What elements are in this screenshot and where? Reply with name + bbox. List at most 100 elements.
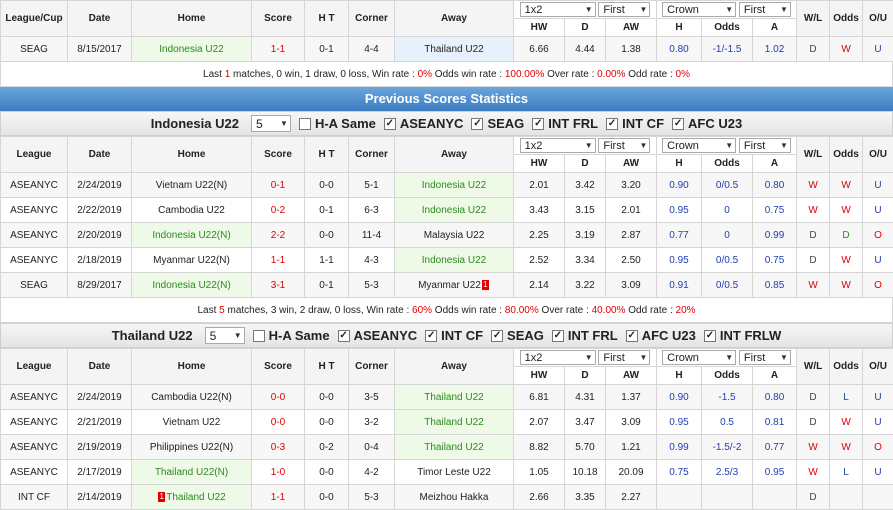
- match-count-select[interactable]: 5 ▼: [204, 327, 245, 344]
- away-team-link[interactable]: Thailand U22: [394, 409, 514, 435]
- home-team-link[interactable]: Cambodia U22: [131, 197, 252, 223]
- company-select[interactable]: Crown ▼: [662, 350, 737, 365]
- league-cell[interactable]: ASEANYC: [0, 434, 68, 460]
- league-cell[interactable]: ASEANYC: [0, 197, 68, 223]
- score-link[interactable]: 0-0: [251, 384, 305, 410]
- score-link[interactable]: 0-0: [251, 409, 305, 435]
- league-cell[interactable]: ASEANYC: [0, 247, 68, 273]
- filter-checkbox[interactable]: H-A Same: [252, 328, 330, 343]
- home-team-link[interactable]: 1 Thailand U22: [131, 484, 252, 510]
- checkmark-icon: ✓: [425, 329, 438, 342]
- col-away: Away: [394, 0, 514, 37]
- score-link[interactable]: 1-1: [251, 484, 305, 510]
- home-team-link[interactable]: Indonesia U22(N): [131, 272, 252, 298]
- date-cell: 2/24/2019: [67, 172, 132, 198]
- away-team-link[interactable]: Indonesia U22: [394, 172, 514, 198]
- col-score: Score: [251, 348, 305, 385]
- league-cell[interactable]: ASEANYC: [0, 459, 68, 485]
- away-team-link[interactable]: Timor Leste U22: [394, 459, 514, 485]
- summary-text: Odds win rate :: [432, 69, 505, 80]
- odds-cell: 0/0.5: [701, 247, 754, 273]
- score-link[interactable]: 2-2: [251, 222, 305, 248]
- first-select[interactable]: First ▼: [598, 2, 651, 17]
- league-cell[interactable]: ASEANYC: [0, 409, 68, 435]
- odds-type-select[interactable]: 1x2 ▼: [519, 350, 596, 365]
- home-team-link[interactable]: Indonesia U22: [131, 36, 252, 62]
- company-select[interactable]: Crown ▼: [662, 2, 737, 17]
- match-count-select[interactable]: 5 ▼: [250, 115, 291, 132]
- filter-checkbox[interactable]: ✓ ASEANYC: [383, 116, 463, 131]
- score-link[interactable]: 1-1: [251, 36, 305, 62]
- company-select[interactable]: Crown ▼: [662, 138, 737, 153]
- corner-cell: 5-3: [348, 272, 395, 298]
- hw-cell: 6.66: [513, 36, 565, 62]
- filter-checkbox[interactable]: ✓ SEAG: [491, 328, 544, 343]
- corner-cell: 3-5: [348, 384, 395, 410]
- score-link[interactable]: 0-3: [251, 434, 305, 460]
- first-select-2[interactable]: First ▼: [738, 138, 791, 153]
- away-team-link[interactable]: Thailand U22: [394, 36, 514, 62]
- first-select[interactable]: First ▼: [598, 350, 651, 365]
- filter-checkbox[interactable]: ✓ INT FRL: [551, 328, 618, 343]
- summary-text: Last: [197, 305, 220, 316]
- filter-checkbox[interactable]: ✓ ASEANYC: [337, 328, 417, 343]
- d-cell: 4.44: [564, 36, 606, 62]
- score-link[interactable]: 1-1: [251, 247, 305, 273]
- filter-checkbox[interactable]: ✓ AFC U23: [672, 116, 742, 131]
- col-wl: W/L: [796, 348, 831, 385]
- chevron-down-icon: ▼: [584, 5, 593, 14]
- filter-checkbox[interactable]: ✓ INT CF: [606, 116, 664, 131]
- checkmark-icon: ✓: [703, 329, 716, 342]
- league-cell[interactable]: ASEANYC: [0, 172, 68, 198]
- first-select-2[interactable]: First ▼: [738, 350, 791, 365]
- odds-type-cell: 1x2 ▼ First ▼: [512, 136, 658, 155]
- filter-checkbox[interactable]: ✓ INT CF: [425, 328, 483, 343]
- away-team-link[interactable]: Indonesia U22: [394, 197, 514, 223]
- wl-cell: D: [796, 222, 831, 248]
- filter-checkbox[interactable]: ✓ INT FRL: [532, 116, 598, 131]
- home-team-link[interactable]: Cambodia U22(N): [131, 384, 252, 410]
- filter-label: H-A Same: [314, 116, 376, 131]
- score-link[interactable]: 1-0: [251, 459, 305, 485]
- score-link[interactable]: 3-1: [251, 272, 305, 298]
- away-team-link[interactable]: Thailand U22: [394, 384, 514, 410]
- league-cell[interactable]: ASEANYC: [0, 222, 68, 248]
- away-team-link[interactable]: Myanmar U22 1: [394, 272, 514, 298]
- home-team-link[interactable]: Vietnam U22: [131, 409, 252, 435]
- score-link[interactable]: 0-1: [251, 172, 305, 198]
- away-team-link[interactable]: Meizhou Hakka: [394, 484, 514, 510]
- league-cell[interactable]: SEAG: [0, 36, 68, 62]
- wl-cell: W: [796, 197, 831, 223]
- odds-type-select[interactable]: 1x2 ▼: [519, 2, 596, 17]
- filter-checkbox[interactable]: ✓ INT FRLW: [703, 328, 781, 343]
- away-team-link[interactable]: Indonesia U22: [394, 247, 514, 273]
- summary-text: Last: [203, 69, 225, 80]
- checkmark-icon: ✓: [532, 117, 545, 130]
- odds-type-select[interactable]: 1x2 ▼: [519, 138, 596, 153]
- home-team-link[interactable]: Philippines U22(N): [131, 434, 252, 460]
- league-cell[interactable]: INT CF: [0, 484, 68, 510]
- filter-checkbox[interactable]: ✓ AFC U23: [625, 328, 696, 343]
- score-link[interactable]: 0-2: [251, 197, 305, 223]
- home-team-link[interactable]: Myanmar U22(N): [131, 247, 252, 273]
- home-team-link[interactable]: Vietnam U22(N): [131, 172, 252, 198]
- league-cell[interactable]: ASEANYC: [0, 384, 68, 410]
- away-team-link[interactable]: Thailand U22: [394, 434, 514, 460]
- a-cell: 1.02: [752, 36, 798, 62]
- first-select-2[interactable]: First ▼: [738, 2, 791, 17]
- home-team-link[interactable]: Thailand U22(N): [131, 459, 252, 485]
- checkmark-icon: ✓: [337, 329, 350, 342]
- league-cell[interactable]: SEAG: [0, 272, 68, 298]
- home-team-link[interactable]: Indonesia U22(N): [131, 222, 252, 248]
- first-select[interactable]: First ▼: [598, 138, 651, 153]
- corner-cell: 0-4: [348, 434, 395, 460]
- col-odds: Odds: [701, 366, 754, 385]
- date-cell: 2/17/2019: [67, 459, 132, 485]
- first-value-2: First: [743, 139, 766, 152]
- away-team-link[interactable]: Malaysia U22: [394, 222, 514, 248]
- ht-cell: 0-2: [304, 434, 349, 460]
- col-league: League/Cup: [0, 0, 68, 37]
- corner-cell: 5-1: [348, 172, 395, 198]
- filter-checkbox[interactable]: ✓ SEAG: [471, 116, 524, 131]
- filter-checkbox[interactable]: H-A Same: [298, 116, 376, 131]
